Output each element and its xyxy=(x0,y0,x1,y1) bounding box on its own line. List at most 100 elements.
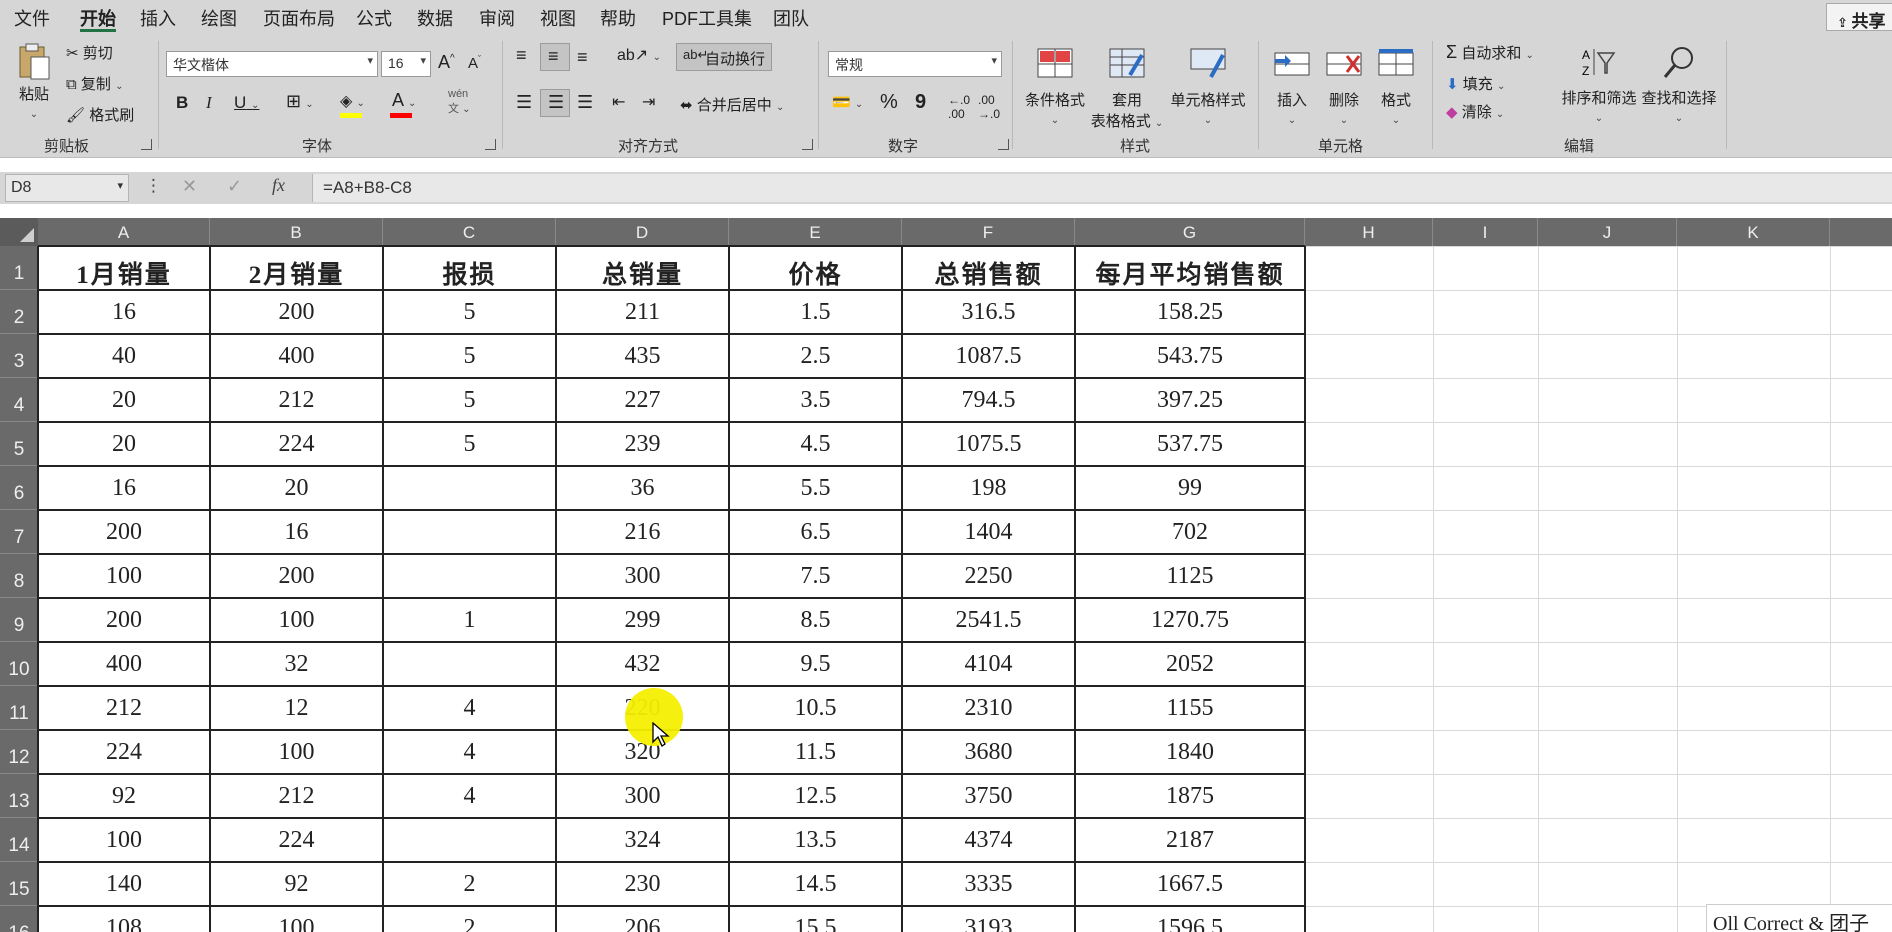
data-cell[interactable]: 702 xyxy=(1075,519,1305,546)
data-cell[interactable]: 299 xyxy=(556,607,729,634)
data-cell[interactable]: 92 xyxy=(210,871,383,898)
align-left-icon[interactable]: ☰ xyxy=(516,92,532,113)
column-header-d[interactable]: D xyxy=(556,218,729,246)
delete-cells-button[interactable]: 删除 ⌄ xyxy=(1320,47,1368,127)
percent-button[interactable]: % xyxy=(880,91,898,114)
data-cell[interactable]: 2250 xyxy=(902,563,1075,590)
column-header-e[interactable]: E xyxy=(729,218,902,246)
header-cell[interactable]: 2月销量 xyxy=(210,255,383,291)
bold-button[interactable]: B xyxy=(176,93,188,113)
decrease-decimal-icon[interactable]: .00 →.0 xyxy=(978,93,1000,121)
data-cell[interactable]: 5 xyxy=(383,343,556,370)
header-cell[interactable]: 总销量 xyxy=(556,255,729,291)
data-cell[interactable]: 6.5 xyxy=(729,519,902,546)
data-cell[interactable]: 1155 xyxy=(1075,695,1305,722)
data-cell[interactable]: 20 xyxy=(210,475,383,502)
data-cell[interactable]: 7.5 xyxy=(729,563,902,590)
align-top-icon[interactable]: ≡ xyxy=(516,45,527,66)
row-header[interactable]: 13 xyxy=(0,774,38,818)
data-cell[interactable]: 543.75 xyxy=(1075,343,1305,370)
data-cell[interactable]: 40 xyxy=(38,343,210,370)
accounting-format-button[interactable]: 💳 ⌄ xyxy=(832,93,863,111)
merge-center-button[interactable]: ⬌ 合并后居中 ⌄ xyxy=(680,94,784,115)
data-cell[interactable]: 13.5 xyxy=(729,827,902,854)
data-cell[interactable]: 224 xyxy=(210,827,383,854)
align-bottom-icon[interactable]: ≡ xyxy=(577,47,588,68)
data-cell[interactable]: 99 xyxy=(1075,475,1305,502)
header-cell[interactable]: 1月销量 xyxy=(38,255,210,291)
data-cell[interactable]: 100 xyxy=(38,563,210,590)
fill-color-button[interactable]: ◈ ⌄ xyxy=(340,91,365,118)
data-cell[interactable]: 100 xyxy=(210,607,383,634)
data-cell[interactable]: 212 xyxy=(210,783,383,810)
data-cell[interactable]: 2052 xyxy=(1075,651,1305,678)
data-cell[interactable]: 4374 xyxy=(902,827,1075,854)
row-header[interactable]: 8 xyxy=(0,554,38,598)
data-cell[interactable]: 2187 xyxy=(1075,827,1305,854)
data-cell[interactable]: 16 xyxy=(210,519,383,546)
align-middle-button[interactable]: ≡ xyxy=(540,43,570,71)
data-cell[interactable]: 100 xyxy=(210,915,383,932)
data-cell[interactable]: 1404 xyxy=(902,519,1075,546)
data-cell[interactable]: 212 xyxy=(38,695,210,722)
data-cell[interactable]: 211 xyxy=(556,299,729,326)
tab-review[interactable]: 审阅 xyxy=(479,5,515,31)
wrap-text-button[interactable]: ab↵ 自动换行 xyxy=(676,43,772,71)
cut-button[interactable]: ✂ 剪切 xyxy=(66,42,113,63)
alignment-launcher-icon[interactable] xyxy=(802,139,813,150)
row-header[interactable]: 15 xyxy=(0,862,38,906)
copy-button[interactable]: ⧉ 复制 ⌄ xyxy=(66,73,123,94)
data-cell[interactable]: 3193 xyxy=(902,915,1075,932)
font-size-select[interactable]: 16 ▾ xyxy=(381,51,431,77)
sort-filter-button[interactable]: AZ 排序和筛选 ⌄ xyxy=(1560,45,1638,125)
enter-icon[interactable]: ✓ xyxy=(227,176,242,197)
data-cell[interactable]: 4 xyxy=(383,783,556,810)
row-header[interactable]: 2 xyxy=(0,290,38,334)
insert-cells-button[interactable]: 插入 ⌄ xyxy=(1268,47,1316,127)
data-cell[interactable]: 227 xyxy=(556,387,729,414)
data-cell[interactable]: 794.5 xyxy=(902,387,1075,414)
data-cell[interactable]: 239 xyxy=(556,431,729,458)
number-format-select[interactable]: 常规 ▾ xyxy=(828,51,1002,77)
data-cell[interactable]: 200 xyxy=(210,563,383,590)
column-header-j[interactable]: J xyxy=(1538,218,1677,246)
data-cell[interactable]: 4 xyxy=(383,739,556,766)
font-name-select[interactable]: 华文楷体 ▾ xyxy=(166,51,378,77)
data-cell[interactable]: 200 xyxy=(38,519,210,546)
data-cell[interactable]: 2310 xyxy=(902,695,1075,722)
share-button[interactable]: ⇪ 共享 xyxy=(1826,3,1892,31)
data-cell[interactable]: 4104 xyxy=(902,651,1075,678)
data-cell[interactable]: 16 xyxy=(38,475,210,502)
column-header-k[interactable]: K xyxy=(1677,218,1830,246)
align-center-button[interactable]: ☰ xyxy=(540,89,570,117)
row-header[interactable]: 4 xyxy=(0,378,38,422)
column-header-b[interactable]: B xyxy=(210,218,383,246)
data-cell[interactable]: 4.5 xyxy=(729,431,902,458)
data-cell[interactable]: 432 xyxy=(556,651,729,678)
row-header[interactable]: 9 xyxy=(0,598,38,642)
fill-button[interactable]: ⬇ 填充 ⌄ xyxy=(1446,73,1505,94)
data-cell[interactable]: 224 xyxy=(210,431,383,458)
column-header-h[interactable]: H xyxy=(1305,218,1433,246)
header-cell[interactable]: 价格 xyxy=(729,255,902,291)
data-cell[interactable]: 2 xyxy=(383,871,556,898)
data-cell[interactable]: 15.5 xyxy=(729,915,902,932)
data-cell[interactable]: 12 xyxy=(210,695,383,722)
data-cell[interactable]: 216 xyxy=(556,519,729,546)
data-cell[interactable]: 2 xyxy=(383,915,556,932)
data-cell[interactable]: 1075.5 xyxy=(902,431,1075,458)
conditional-formatting-button[interactable]: 条件格式 ⌄ xyxy=(1022,47,1088,127)
data-cell[interactable]: 4 xyxy=(383,695,556,722)
data-cell[interactable]: 9.5 xyxy=(729,651,902,678)
data-cell[interactable]: 397.25 xyxy=(1075,387,1305,414)
formula-input[interactable]: =A8+B8-C8 xyxy=(312,174,1892,202)
column-header-a[interactable]: A xyxy=(38,218,210,246)
data-cell[interactable]: 20 xyxy=(38,387,210,414)
comma-style-button[interactable]: 9 xyxy=(915,91,926,114)
borders-button[interactable]: ⊞ ⌄ xyxy=(286,91,314,112)
format-painter-button[interactable]: 🖌 格式刷 xyxy=(66,104,134,125)
tab-data[interactable]: 数据 xyxy=(417,5,453,31)
data-cell[interactable]: 11.5 xyxy=(729,739,902,766)
data-cell[interactable]: 10.5 xyxy=(729,695,902,722)
data-cell[interactable]: 5.5 xyxy=(729,475,902,502)
